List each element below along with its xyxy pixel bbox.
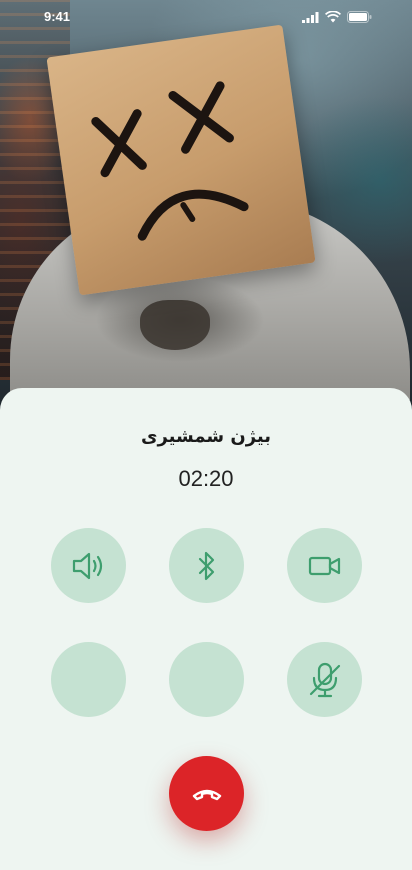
hood-shadow [140, 300, 210, 350]
end-call-button[interactable] [169, 756, 244, 831]
battery-icon [347, 11, 372, 23]
caller-photo [0, 0, 412, 420]
status-bar: 9:41 [0, 0, 412, 34]
status-icons [302, 11, 372, 23]
speaker-button[interactable] [51, 528, 126, 603]
bluetooth-button[interactable] [169, 528, 244, 603]
paper-bag-face [46, 24, 316, 296]
mute-button[interactable] [287, 642, 362, 717]
mic-muted-icon [309, 662, 340, 697]
empty-control-button-1[interactable] [51, 642, 126, 717]
wifi-icon [325, 11, 341, 23]
speaker-icon [72, 552, 102, 579]
call-panel: بیژن شمشیری 02:20 [0, 388, 412, 870]
bluetooth-icon [198, 551, 214, 580]
cellular-signal-icon [302, 11, 319, 23]
caller-name: بیژن شمشیری [140, 426, 272, 447]
video-camera-icon [308, 556, 340, 575]
empty-control-button-2[interactable] [169, 642, 244, 717]
status-time: 9:41 [44, 9, 71, 24]
video-button[interactable] [287, 528, 362, 603]
call-duration: 02:20 [178, 466, 234, 491]
phone-hangup-icon [192, 789, 221, 800]
